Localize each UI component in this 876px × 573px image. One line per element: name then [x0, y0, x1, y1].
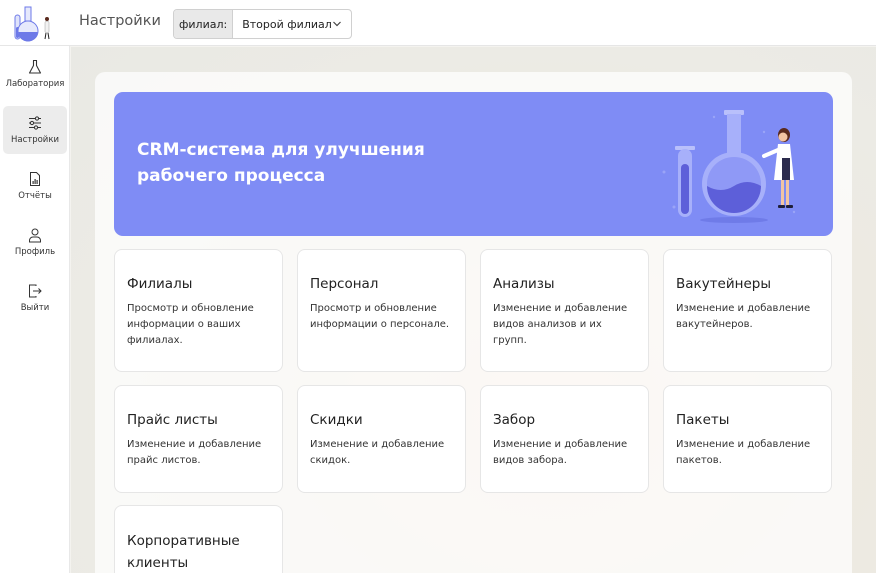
chevron-down-icon [333, 21, 341, 27]
card-price-lists[interactable]: Прайс листы Изменение и добавление прайс… [114, 385, 283, 493]
card-description: Изменение и добавление видов анализов и … [493, 303, 628, 346]
card-description: Изменение и добавление скидок. [310, 439, 445, 466]
card-title: Анализы [493, 276, 555, 292]
card-title: Персонал [310, 276, 379, 292]
card-title: Филиалы [127, 276, 193, 292]
page-title: Настройки [79, 13, 161, 29]
card-description: Изменение и добавление видов забора. [493, 439, 628, 466]
card-title: Пакеты [676, 412, 730, 428]
card-description: Просмотр и обновление информации о персо… [310, 303, 450, 330]
promo-banner: CRM-система для улучшения рабочего проце… [114, 92, 833, 236]
banner-line-2: рабочего процесса [137, 166, 326, 186]
card-title: Прайс листы [127, 412, 218, 428]
lab-illustration-icon [662, 110, 796, 223]
sidebar-item-label: Настройки [10, 135, 59, 145]
branch-select-value[interactable]: Второй филиал [233, 10, 351, 38]
sidebar-item-laboratory[interactable]: Лаборатория [3, 50, 67, 98]
sidebar: Лаборатория Настройки Отчёты Профиль Вый… [0, 46, 70, 573]
card-vacutainers[interactable]: Вакутейнеры Изменение и добавление вакут… [663, 249, 832, 372]
card-title: Вакутейнеры [676, 276, 771, 292]
user-icon [29, 228, 41, 243]
top-header: Настройки филиал: Второй филиал [0, 0, 876, 46]
card-description: Изменение и добавление прайс листов. [127, 439, 262, 466]
card-analyses[interactable]: Анализы Изменение и добавление видов ана… [480, 249, 649, 372]
card-description: Просмотр и обновление информации о ваших… [127, 303, 254, 346]
card-description: Изменение и добавление вакутейнеров. [676, 303, 811, 330]
lab-logo-icon[interactable] [9, 3, 59, 43]
card-discounts[interactable]: Скидки Изменение и добавление скидок. [297, 385, 466, 493]
content-area: CRM-система для улучшения рабочего проце… [71, 47, 876, 573]
card-packages[interactable]: Пакеты Изменение и добавление пакетов. [663, 385, 832, 493]
banner-headline: CRM-система для улучшения рабочего проце… [137, 137, 457, 189]
branch-select[interactable]: филиал: Второй филиал [173, 9, 352, 39]
card-title: Скидки [310, 412, 363, 428]
branch-select-value-text: Второй филиал [242, 17, 332, 31]
sidebar-item-profile[interactable]: Профиль [3, 218, 67, 266]
sidebar-item-label: Выйти [20, 303, 50, 313]
logout-icon [29, 284, 42, 298]
sidebar-item-label: Отчёты [18, 191, 52, 201]
branch-select-label: филиал: [174, 10, 234, 38]
report-icon [30, 172, 40, 186]
card-sampling[interactable]: Забор Изменение и добавление видов забор… [480, 385, 649, 493]
sidebar-item-reports[interactable]: Отчёты [3, 162, 67, 210]
card-staff[interactable]: Персонал Просмотр и обновление информаци… [297, 249, 466, 372]
sidebar-item-label: Профиль [14, 247, 56, 257]
banner-line-1: CRM-система для улучшения [137, 140, 425, 160]
sidebar-item-settings[interactable]: Настройки [3, 106, 67, 154]
card-corporate-clients[interactable]: Корпоративные клиенты [114, 505, 283, 573]
card-title: Корпоративные клиенты [127, 533, 240, 571]
sidebar-item-logout[interactable]: Выйти [3, 274, 67, 322]
card-branches[interactable]: Филиалы Просмотр и обновление информации… [114, 249, 283, 372]
sliders-icon [29, 116, 41, 130]
sidebar-item-label: Лаборатория [5, 79, 65, 89]
card-description: Изменение и добавление пакетов. [676, 439, 811, 466]
card-title: Забор [493, 412, 536, 428]
flask-icon [28, 59, 42, 74]
